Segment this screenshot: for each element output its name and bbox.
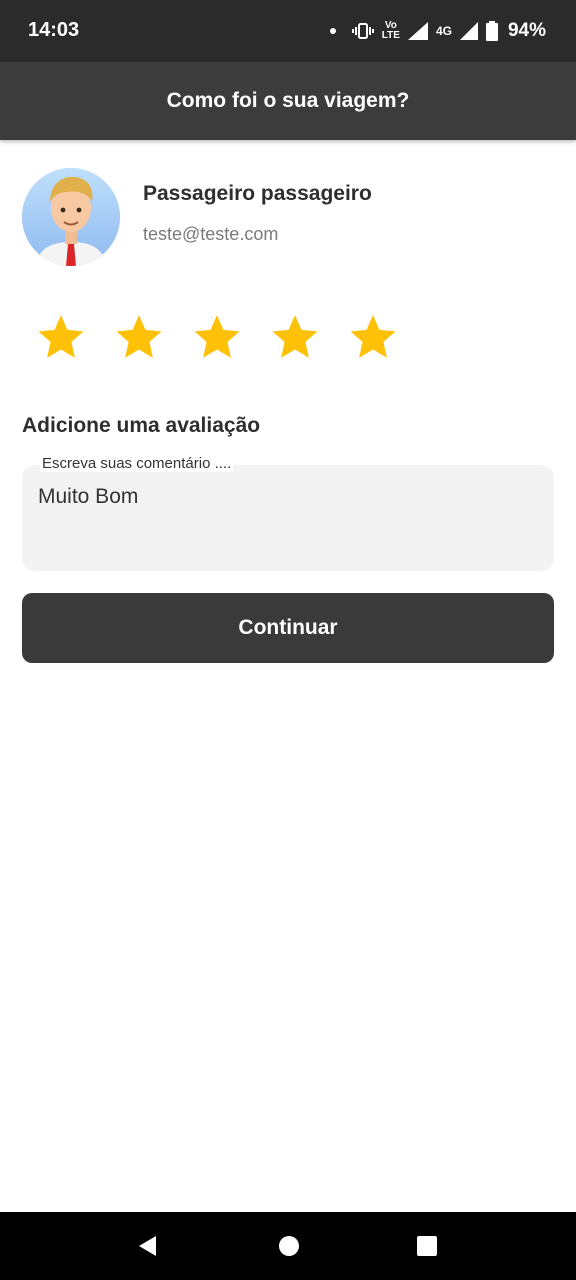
- user-name: Passageiro passageiro: [143, 182, 372, 205]
- review-section-title: Adicione uma avaliação: [22, 414, 261, 437]
- volte-bottom-text: LTE: [381, 30, 400, 41]
- status-icons: Vo LTE 4G 94%: [329, 14, 546, 48]
- home-icon[interactable]: [277, 1234, 301, 1258]
- status-bar: 14:03 Vo LTE 4G 94%: [0, 0, 576, 62]
- status-time: 14:03: [28, 19, 80, 41]
- avatar-cartoon-man-icon: [22, 168, 120, 266]
- avatar: [22, 168, 120, 266]
- notification-dot-icon: [329, 28, 336, 34]
- battery-percent: 94%: [507, 20, 546, 41]
- signal-icon-2: [459, 22, 478, 40]
- comment-input[interactable]: Muito Bom: [38, 485, 538, 545]
- volte-indicator: Vo LTE: [382, 21, 400, 41]
- navigation-bar: [0, 1212, 576, 1280]
- network-type: 4G: [435, 24, 452, 38]
- battery-icon: [485, 21, 498, 41]
- star-icon-5[interactable]: [348, 312, 398, 362]
- vibrate-icon: [351, 23, 374, 39]
- star-icon-1[interactable]: [36, 312, 86, 362]
- user-email: teste@teste.com: [143, 224, 279, 244]
- comment-field-label: Escreva suas comentário ....: [40, 455, 234, 472]
- continue-button[interactable]: Continuar: [22, 593, 554, 663]
- app-bar: Como foi o sua viagem?: [0, 62, 576, 140]
- signal-icon: [407, 22, 428, 40]
- back-icon[interactable]: [136, 1234, 160, 1258]
- star-icon-3[interactable]: [192, 312, 242, 362]
- recents-icon[interactable]: [415, 1234, 439, 1258]
- star-icon-2[interactable]: [114, 312, 164, 362]
- star-icon-4[interactable]: [270, 312, 320, 362]
- page-title: Como foi o sua viagem?: [166, 89, 410, 112]
- star-rating: [36, 312, 398, 362]
